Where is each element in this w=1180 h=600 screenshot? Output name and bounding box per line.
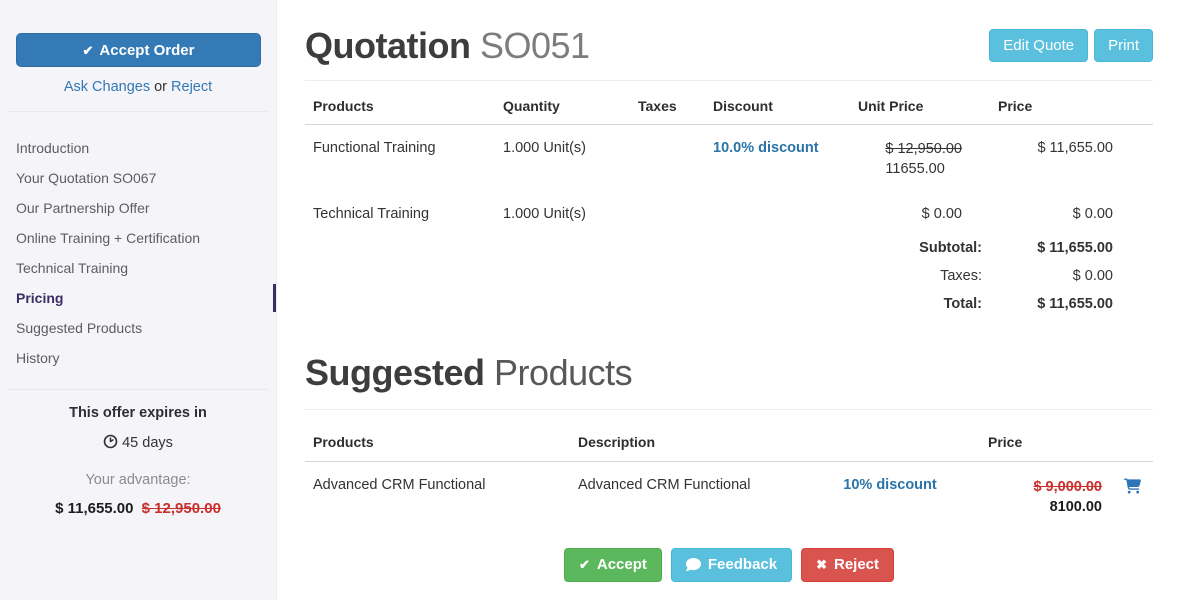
subtotal-label: Subtotal: bbox=[850, 226, 990, 262]
col-taxes: Taxes bbox=[630, 81, 705, 125]
sidebar-item-history[interactable]: History bbox=[0, 343, 276, 373]
or-text: or bbox=[154, 79, 167, 95]
quotation-table: Products Quantity Taxes Discount Unit Pr… bbox=[305, 81, 1153, 317]
unit-price-old: $ 12,950.00 bbox=[885, 141, 962, 157]
col-products: Products bbox=[305, 410, 570, 462]
col-spacer bbox=[1113, 81, 1153, 125]
ask-changes-row: Ask Changes or Reject bbox=[0, 79, 276, 95]
col-unit-price: Unit Price bbox=[850, 81, 990, 125]
taxes-value: $ 0.00 bbox=[990, 262, 1113, 290]
check-icon: ✔ bbox=[579, 557, 590, 573]
advantage-old-price: $ 12,950.00 bbox=[142, 500, 221, 517]
page-title: Quotation SO051 bbox=[305, 25, 590, 66]
sidebar-item-technical-training[interactable]: Technical Training bbox=[0, 253, 276, 283]
offer-expiry-block: This offer expires in 45 days Your advan… bbox=[0, 405, 276, 517]
reject-link[interactable]: Reject bbox=[171, 79, 212, 95]
table-row: Technical Training 1.000 Unit(s) $ 0.00 … bbox=[305, 184, 1153, 226]
clock-icon bbox=[103, 434, 118, 449]
product-quantity: 1.000 Unit(s) bbox=[495, 184, 630, 226]
accept-label: Accept bbox=[597, 556, 647, 573]
table-row: Advanced CRM Functional Advanced CRM Fun… bbox=[305, 461, 1153, 521]
comment-icon bbox=[686, 557, 701, 572]
check-icon: ✔ bbox=[83, 43, 94, 58]
ask-changes-link[interactable]: Ask Changes bbox=[64, 79, 150, 95]
accept-order-label: Accept Order bbox=[99, 42, 194, 59]
suggested-price-old: $ 9,000.00 bbox=[1033, 479, 1102, 495]
taxes-label: Taxes: bbox=[850, 262, 990, 290]
sidebar-item-introduction[interactable]: Introduction bbox=[0, 133, 276, 163]
advantage-label: Your advantage: bbox=[0, 472, 276, 488]
product-quantity: 1.000 Unit(s) bbox=[495, 125, 630, 184]
sidebar: ✔ Accept Order Ask Changes or Reject Intr… bbox=[0, 0, 277, 600]
header-actions: Edit Quote Print bbox=[989, 29, 1153, 62]
add-to-cart-icon[interactable] bbox=[1124, 482, 1141, 498]
product-discount bbox=[705, 184, 850, 226]
suggested-discount-link[interactable]: 10% discount bbox=[843, 477, 936, 493]
discount-link[interactable]: 10.0% discount bbox=[713, 140, 819, 156]
unit-price-new: 11655.00 bbox=[885, 161, 944, 177]
advantage-new-price: $ 11,655.00 bbox=[55, 500, 133, 517]
suggested-price-new: 8100.00 bbox=[1050, 499, 1102, 515]
table-row: Functional Training 1.000 Unit(s) 10.0% … bbox=[305, 125, 1153, 184]
reject-label: Reject bbox=[834, 556, 879, 573]
sidebar-item-suggested-products[interactable]: Suggested Products bbox=[0, 313, 276, 343]
advantage-values: $ 11,655.00 $ 12,950.00 bbox=[0, 500, 276, 517]
expiry-days-text: 45 days bbox=[122, 435, 173, 451]
sidebar-item-online-training[interactable]: Online Training + Certification bbox=[0, 223, 276, 253]
line-price: $ 11,655.00 bbox=[990, 125, 1113, 184]
expiry-days: 45 days bbox=[0, 434, 276, 451]
accept-button[interactable]: ✔ Accept bbox=[564, 548, 662, 582]
col-price: Price bbox=[980, 410, 1112, 462]
product-name: Functional Training bbox=[305, 125, 495, 184]
line-price: $ 0.00 bbox=[990, 184, 1113, 226]
suggested-title-bold: Suggested bbox=[305, 352, 485, 393]
reject-button[interactable]: ✖ Reject bbox=[801, 548, 894, 582]
quotation-portal-page: ✔ Accept Order Ask Changes or Reject Intr… bbox=[0, 0, 1180, 600]
sidebar-nav: Introduction Your Quotation SO067 Our Pa… bbox=[0, 112, 276, 373]
col-cart-spacer bbox=[1112, 410, 1153, 462]
suggested-products-table: Products Description Price Advanced CRM … bbox=[305, 410, 1153, 522]
feedback-label: Feedback bbox=[708, 556, 777, 573]
unit-price-cell: $ 0.00 bbox=[850, 184, 990, 226]
print-button[interactable]: Print bbox=[1094, 29, 1153, 62]
product-taxes bbox=[630, 125, 705, 184]
quotation-number: SO051 bbox=[480, 25, 590, 66]
taxes-row: Taxes: $ 0.00 bbox=[305, 262, 1153, 290]
unit-price-cell: $ 12,950.00 11655.00 bbox=[850, 125, 990, 184]
suggested-products-header: Suggested Products bbox=[305, 352, 1153, 410]
expiry-title: This offer expires in bbox=[0, 405, 276, 421]
col-discount: Discount bbox=[705, 81, 850, 125]
edit-quote-button[interactable]: Edit Quote bbox=[989, 29, 1088, 62]
page-header: Quotation SO051 Edit Quote Print bbox=[305, 0, 1153, 81]
col-description: Description bbox=[570, 410, 800, 462]
total-value: $ 11,655.00 bbox=[990, 290, 1113, 318]
product-taxes bbox=[630, 184, 705, 226]
total-label: Total: bbox=[850, 290, 990, 318]
sidebar-item-your-quotation[interactable]: Your Quotation SO067 bbox=[0, 163, 276, 193]
sidebar-item-pricing[interactable]: Pricing bbox=[0, 283, 276, 313]
col-empty bbox=[800, 410, 980, 462]
suggested-price-cell: $ 9,000.00 8100.00 bbox=[980, 461, 1112, 521]
col-quantity: Quantity bbox=[495, 81, 630, 125]
sidebar-item-partnership-offer[interactable]: Our Partnership Offer bbox=[0, 193, 276, 223]
total-row: Total: $ 11,655.00 bbox=[305, 290, 1153, 318]
suggested-product-name: Advanced CRM Functional bbox=[305, 461, 570, 521]
quotation-table-header-row: Products Quantity Taxes Discount Unit Pr… bbox=[305, 81, 1153, 125]
x-icon: ✖ bbox=[816, 557, 827, 573]
suggested-product-description: Advanced CRM Functional bbox=[570, 461, 800, 521]
col-price: Price bbox=[990, 81, 1113, 125]
suggested-products-title: Suggested Products bbox=[305, 352, 1153, 393]
suggested-table-header-row: Products Description Price bbox=[305, 410, 1153, 462]
subtotal-row: Subtotal: $ 11,655.00 bbox=[305, 226, 1153, 262]
footer-actions: ✔ Accept Feedback ✖ Reject bbox=[305, 548, 1153, 582]
subtotal-value: $ 11,655.00 bbox=[990, 226, 1113, 262]
page-title-bold: Quotation bbox=[305, 25, 470, 66]
sidebar-divider-bottom bbox=[8, 389, 268, 390]
accept-order-button[interactable]: ✔ Accept Order bbox=[16, 33, 261, 67]
col-products: Products bbox=[305, 81, 495, 125]
suggested-title-light: Products bbox=[494, 352, 632, 393]
product-name: Technical Training bbox=[305, 184, 495, 226]
main-content: Quotation SO051 Edit Quote Print Product… bbox=[277, 0, 1180, 600]
feedback-button[interactable]: Feedback bbox=[671, 548, 792, 582]
